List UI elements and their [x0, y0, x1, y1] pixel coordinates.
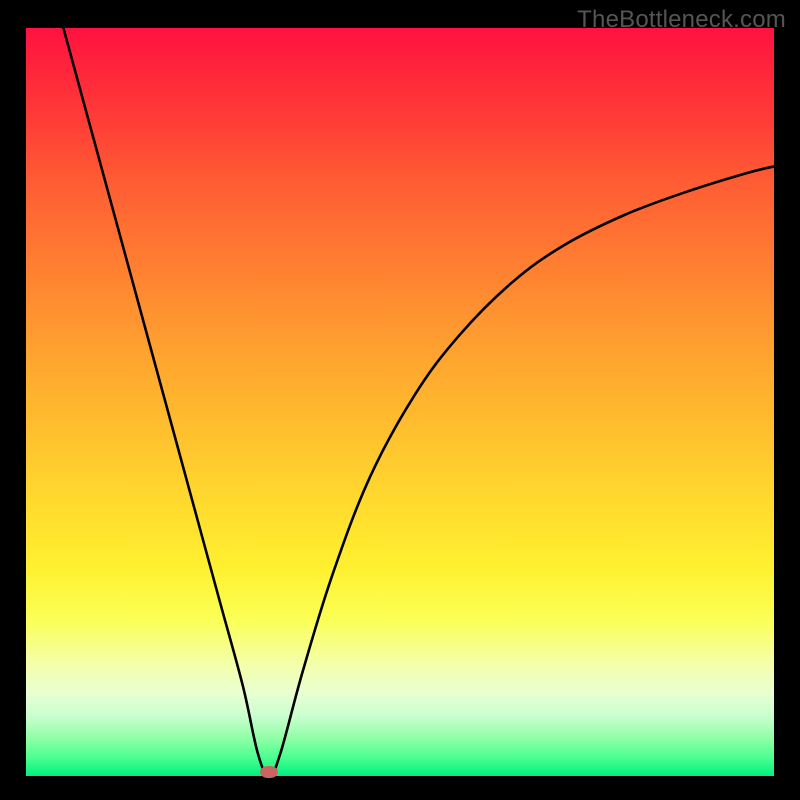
chart-container: TheBottleneck.com — [0, 0, 800, 800]
bottleneck-curve — [63, 28, 774, 776]
curve-layer — [26, 28, 774, 776]
plot-area — [26, 28, 774, 776]
minimum-marker — [260, 766, 278, 778]
